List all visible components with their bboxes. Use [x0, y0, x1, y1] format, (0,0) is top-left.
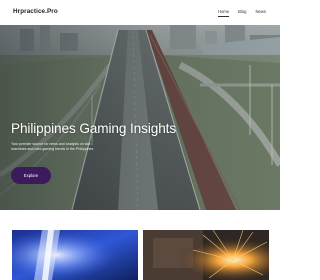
- cards-row: [0, 210, 280, 280]
- nav-item-home[interactable]: Home: [217, 9, 230, 17]
- main-nav: Home Blog News: [217, 9, 266, 17]
- hero-section: Philippines Gaming Insights Your premier…: [0, 25, 280, 210]
- nav-item-blog[interactable]: Blog: [238, 9, 246, 17]
- article-card[interactable]: [143, 230, 269, 280]
- hero-subtitle: Your premier source for news and analysi…: [11, 142, 94, 151]
- site-logo-text[interactable]: Hrpractice.Pro: [13, 8, 58, 15]
- hero-title: Philippines Gaming Insights: [11, 121, 177, 136]
- nav-item-news[interactable]: News: [256, 9, 266, 17]
- article-card[interactable]: [12, 230, 138, 280]
- blue-light-abstract-image: [12, 230, 138, 280]
- sparks-machinery-image: [143, 230, 269, 280]
- explore-button[interactable]: Explore: [11, 167, 51, 184]
- site-header: Hrpractice.Pro Home Blog News: [0, 0, 280, 25]
